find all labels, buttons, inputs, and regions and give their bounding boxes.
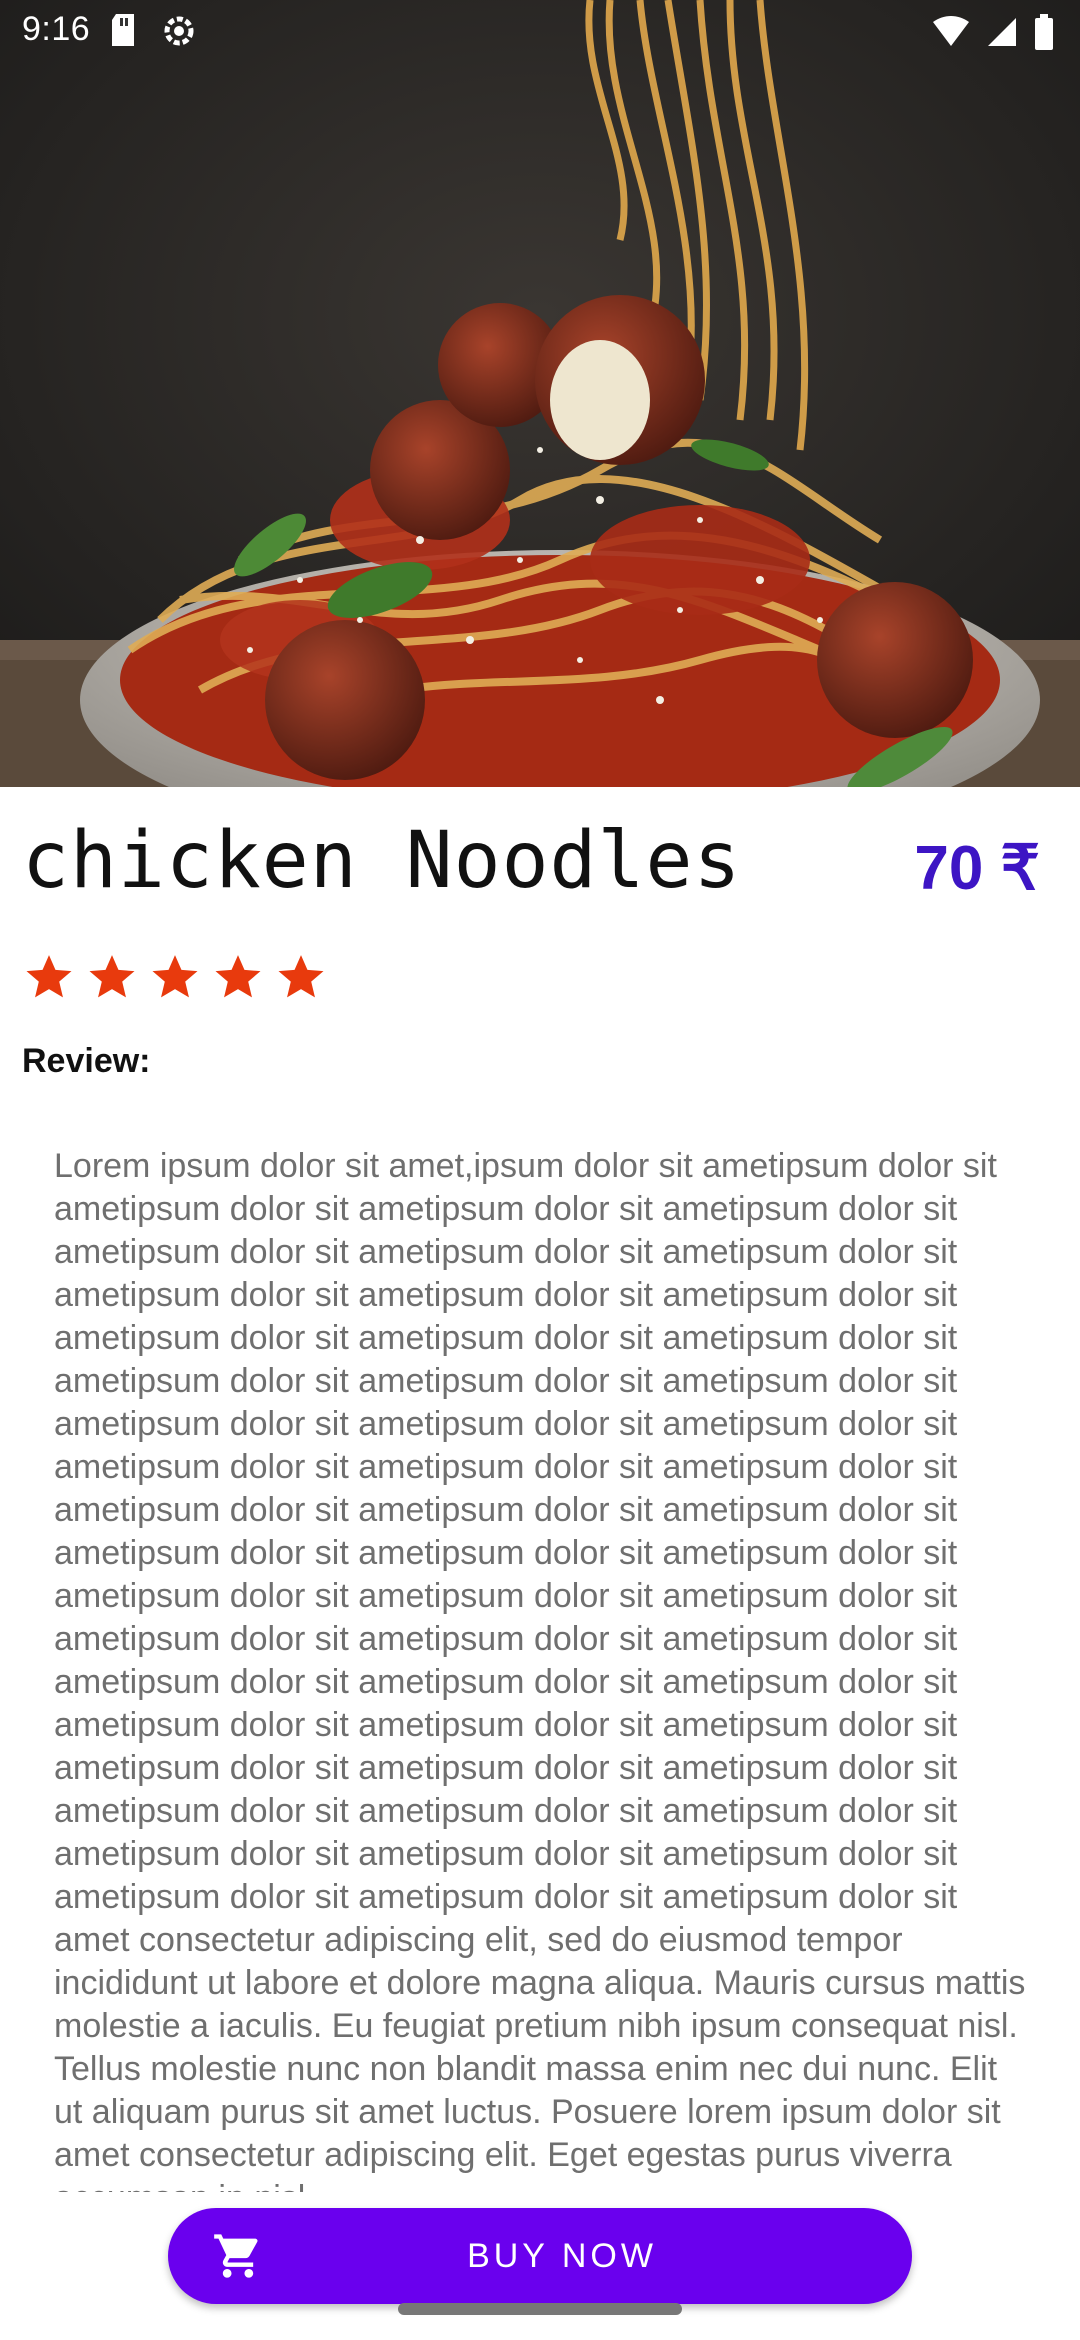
buy-now-label: BUY NOW <box>467 2236 657 2275</box>
battery-icon <box>1034 14 1054 55</box>
sd-card-icon <box>108 12 138 55</box>
settings-icon <box>160 12 198 55</box>
star-icon <box>89 955 135 998</box>
star-icon <box>278 955 324 998</box>
product-price: 70 ₹ <box>914 834 1040 903</box>
star-rating[interactable] <box>24 952 326 1002</box>
hero-image <box>0 0 1080 787</box>
navigation-handle[interactable] <box>398 2303 682 2315</box>
star-icon <box>26 955 72 998</box>
star-icon <box>215 955 261 998</box>
shopping-cart-icon <box>214 2234 258 2278</box>
buy-now-button[interactable]: BUY NOW <box>168 2208 912 2304</box>
status-bar: 9:16 <box>0 0 1080 64</box>
cellular-signal-icon <box>986 16 1018 53</box>
star-icon <box>152 955 198 998</box>
status-time: 9:16 <box>22 10 91 48</box>
product-title: chicken Noodles <box>22 816 742 906</box>
wifi-icon <box>932 16 970 53</box>
review-heading: Review: <box>22 1042 151 1080</box>
review-text[interactable]: Lorem ipsum dolor sit amet,ipsum dolor s… <box>54 1145 1032 2192</box>
